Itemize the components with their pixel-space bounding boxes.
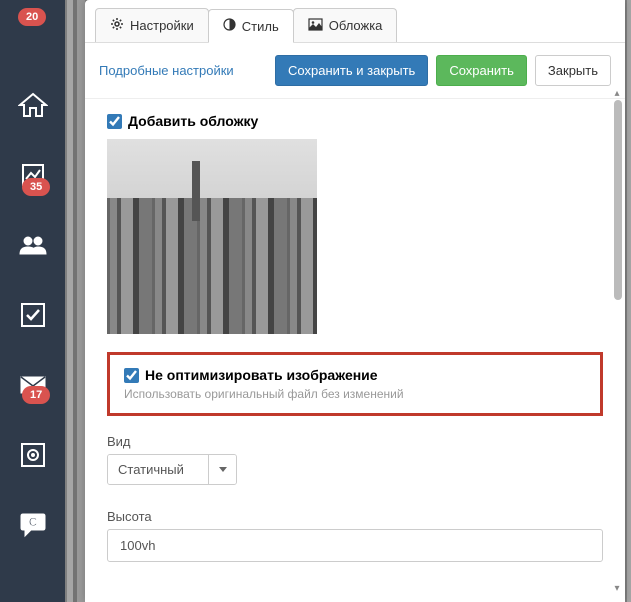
chat-icon: C [19,512,47,538]
add-cover-row[interactable]: Добавить обложку [107,113,603,129]
image-icon [308,18,323,34]
height-label: Высота [107,509,603,524]
save-button[interactable]: Сохранить [436,55,527,86]
sidebar-item-safe[interactable] [0,420,65,490]
sidebar-item-home[interactable] [0,70,65,140]
tab-style[interactable]: Стиль [208,9,294,43]
no-optimize-row[interactable]: Не оптимизировать изображение [124,367,586,383]
contrast-icon [223,18,236,34]
tab-settings[interactable]: Настройки [95,8,209,42]
toolbar: Подробные настройки Сохранить и закрыть … [85,43,625,99]
badge: 17 [22,386,50,404]
badge: 35 [22,178,50,196]
add-cover-checkbox[interactable] [107,114,122,129]
highlight-box: Не оптимизировать изображение Использова… [107,352,603,416]
cover-preview-image[interactable] [107,139,317,334]
scroll-up-arrow[interactable]: ▴ [612,88,622,99]
view-select-value: Статичный [108,455,208,484]
sidebar-item-tasks[interactable] [0,280,65,350]
tab-label: Стиль [242,19,279,34]
tab-label: Настройки [130,18,194,33]
sidebar-item-mail[interactable]: 17 [0,350,65,420]
chevron-down-icon[interactable] [208,455,236,484]
tabs-row: Настройки Стиль Обложка [85,0,625,43]
badge: 20 [18,8,46,26]
home-icon [18,92,48,118]
add-cover-label: Добавить обложку [128,113,258,129]
checkbox-icon [20,302,46,328]
users-icon [18,234,48,256]
svg-text:C: C [28,515,37,529]
content-area: Добавить обложку Не оптимизировать изобр… [85,99,625,602]
tab-cover[interactable]: Обложка [293,8,398,42]
view-select[interactable]: Статичный [107,454,237,485]
scroll-down-arrow[interactable]: ▾ [612,583,622,594]
sidebar-item-charts[interactable]: 35 [0,140,65,210]
sidebar-item-users[interactable] [0,210,65,280]
safe-icon [20,442,46,468]
no-optimize-checkbox[interactable] [124,368,139,383]
height-input[interactable] [107,529,603,562]
scrollbar-thumb[interactable] [614,100,622,300]
settings-panel: Настройки Стиль Обложка Подробные настро… [85,0,625,602]
sidebar-item-top[interactable]: 20 [0,0,65,70]
close-button[interactable]: Закрыть [535,55,611,86]
detailed-settings-link[interactable]: Подробные настройки [99,63,267,78]
no-optimize-label: Не оптимизировать изображение [145,367,378,383]
sidebar-item-chat[interactable]: C [0,490,65,560]
sidebar: 20 35 17 C [0,0,65,602]
tab-label: Обложка [329,18,383,33]
gear-icon [110,17,124,34]
view-label: Вид [107,434,603,449]
save-close-button[interactable]: Сохранить и закрыть [275,55,428,86]
no-optimize-help: Использовать оригинальный файл без измен… [124,387,586,401]
